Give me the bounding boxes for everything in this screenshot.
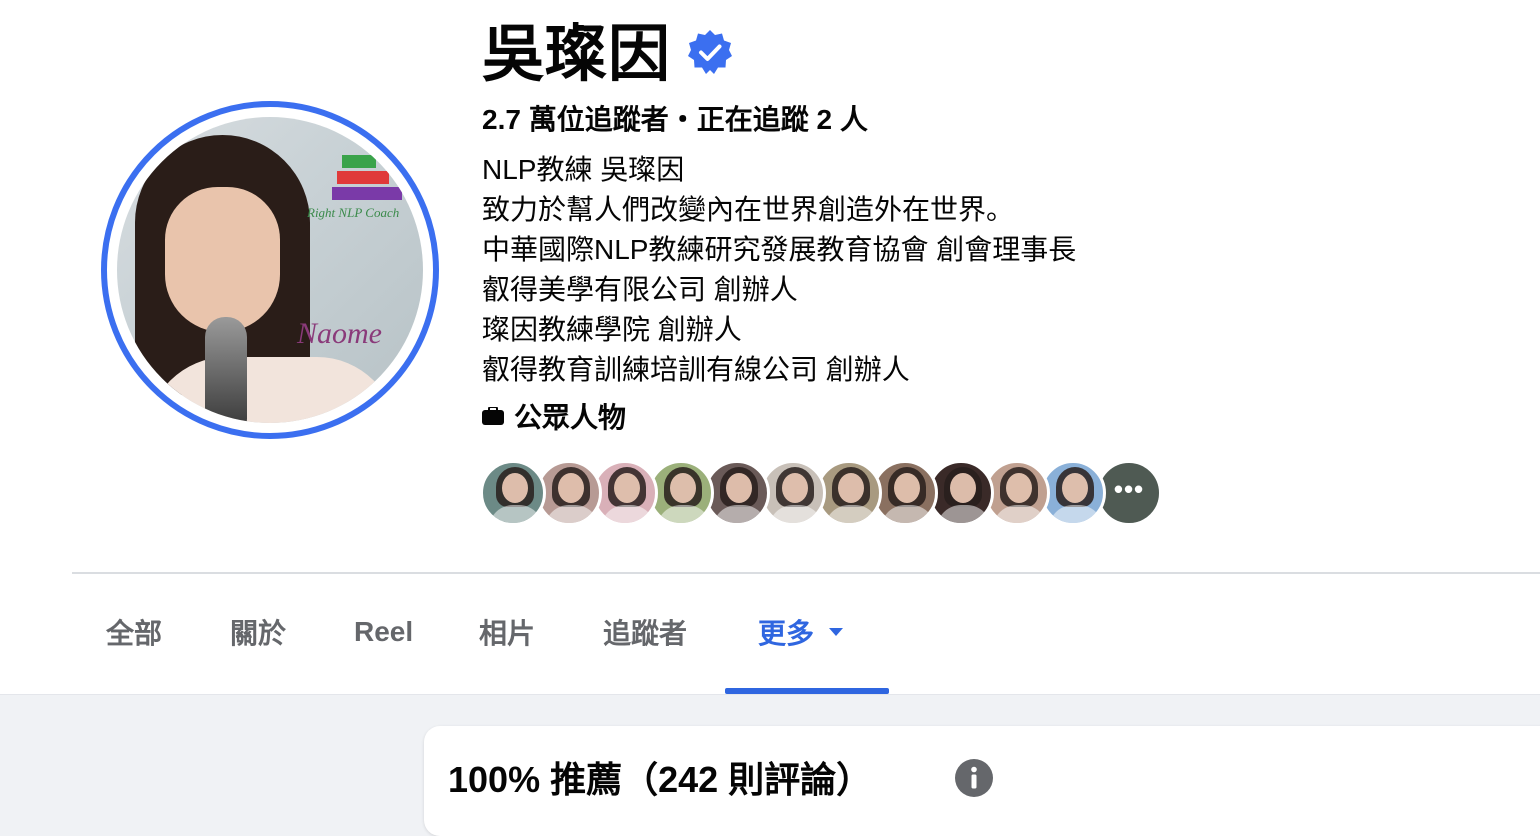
follower-avatar[interactable] <box>480 460 546 526</box>
profile-bio: NLP教練 吳璨因 致力於幫人們改變內在世界創造外在世界。 中華國際NLP教練研… <box>482 150 1076 390</box>
coach-logo <box>332 155 402 203</box>
avatar-face-shape <box>165 187 280 332</box>
bio-line: 叡得美學有限公司 創辦人 <box>482 274 798 305</box>
profile-name: 吳璨因 <box>482 20 672 89</box>
avatar-signature: Naome <box>297 317 382 350</box>
bio-line: 璨因教練學院 創辦人 <box>482 314 742 345</box>
bio-line: 叡得教育訓練培訓有線公司 創辦人 <box>482 354 910 385</box>
info-icon[interactable] <box>954 758 994 798</box>
briefcase-icon <box>482 407 504 425</box>
bio-line: 中華國際NLP教練研究發展教育協會 創會理事長 <box>482 234 1077 265</box>
reviews-title: 100% 推薦（242 則評論） <box>448 759 873 800</box>
bio-line: NLP教練 吳璨因 <box>482 154 685 185</box>
caret-down-icon <box>829 628 844 636</box>
follow-stats[interactable]: 2.7 萬位追蹤者・正在追蹤 2 人 <box>482 102 868 138</box>
tab-more[interactable]: 更多 <box>758 610 844 654</box>
microphone-icon <box>205 317 247 423</box>
more-dots-icon: ••• <box>1113 474 1145 504</box>
tab-photos[interactable]: 相片 <box>479 610 535 654</box>
profile-avatar[interactable]: Right NLP Coach Naome <box>101 101 439 439</box>
tab-more-label: 更多 <box>758 618 815 649</box>
category-label: 公眾人物 <box>514 402 627 433</box>
profile-header: Right NLP Coach Naome 吳璨因 2.7 萬位追蹤者・正在追蹤… <box>0 0 1540 574</box>
avatar-caption: Right NLP Coach <box>307 205 400 220</box>
verified-badge-icon[interactable] <box>686 28 734 76</box>
profile-category: 公眾人物 <box>482 398 626 434</box>
reviews-card: 100% 推薦（242 則評論） <box>424 726 1540 836</box>
tab-followers[interactable]: 追蹤者 <box>603 610 687 654</box>
tab-about[interactable]: 關於 <box>230 610 286 654</box>
profile-tabs: 全部 關於 Reel 相片 追蹤者 更多 <box>72 574 1540 694</box>
bio-line: 致力於幫人們改變內在世界創造外在世界。 <box>482 194 1015 225</box>
avatar-photo: Right NLP Coach Naome <box>117 117 423 423</box>
tab-reels[interactable]: Reel <box>354 610 413 654</box>
follower-avatars[interactable]: ••• <box>480 460 1162 526</box>
tab-all[interactable]: 全部 <box>106 610 162 654</box>
